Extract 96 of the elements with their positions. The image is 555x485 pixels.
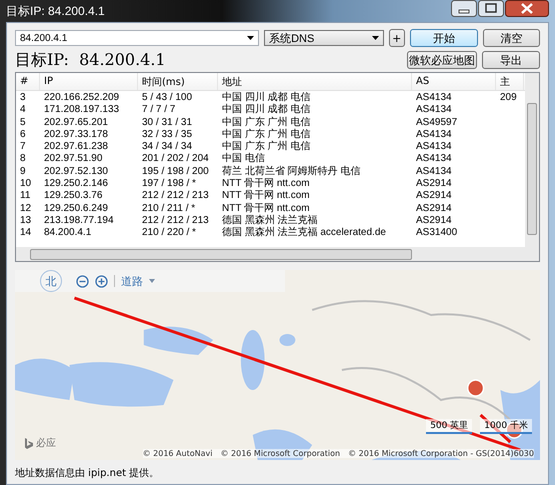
table-cell: 30 / 31 / 31 <box>142 116 192 128</box>
minimize-icon[interactable] <box>451 0 477 17</box>
maximize-icon[interactable] <box>478 0 504 17</box>
table-cell: 德国 黑森州 法兰克福 <box>222 214 318 226</box>
table-cell: 4 <box>20 104 26 116</box>
table-cell: AS31400 <box>416 227 458 238</box>
table-cell: 129.250.2.146 <box>44 178 108 190</box>
table-cell: 210 / 220 / * <box>142 227 196 238</box>
table-cell: 201 / 202 / 204 <box>142 153 209 164</box>
table-cell: 202.97.33.178 <box>44 128 108 140</box>
table-cell: 9 <box>20 166 26 177</box>
table-cell: 中国 四川 成都 电信 <box>222 104 310 116</box>
table-cell: 202.97.65.201 <box>44 116 108 128</box>
table-cell: AS4134 <box>416 166 452 177</box>
column-header[interactable]: 时间(ms) <box>138 73 218 90</box>
table-cell: 11 <box>20 190 30 202</box>
vertical-scrollbar[interactable] <box>525 73 539 261</box>
column-header[interactable]: # <box>16 73 40 90</box>
copyright-text: © 2016 AutoNavi <box>142 449 212 458</box>
table-cell: 212 / 212 / 213 <box>142 214 209 226</box>
column-header[interactable]: 主 <box>496 73 524 90</box>
toolbar-button[interactable]: 微软必应地图 <box>407 51 477 69</box>
column-header[interactable]: AS <box>412 73 496 90</box>
table-cell: 中国 广东 广州 电信 <box>222 128 310 140</box>
target-label: 目标IP: 84.200.4.1 <box>15 50 166 70</box>
table-cell: AS2914 <box>416 214 452 226</box>
table-cell: 14 <box>20 227 32 238</box>
table-cell: 84.200.4.1 <box>44 227 92 238</box>
add-button[interactable]: + <box>388 29 405 47</box>
table-cell: AS4134 <box>416 153 452 164</box>
table-cell: AS4134 <box>416 92 452 103</box>
footer-text: 地址数据信息由 ipip.net 提供。 <box>15 466 160 480</box>
table-cell: AS2914 <box>416 190 452 202</box>
table-cell: NTT 骨干网 ntt.com <box>222 178 310 190</box>
table-cell: 202.97.52.130 <box>44 166 108 177</box>
table-cell: 220.166.252.209 <box>44 92 120 103</box>
table-cell: 10 <box>20 178 32 190</box>
zoom-in-icon[interactable] <box>95 274 108 288</box>
table-cell: AS2914 <box>416 178 452 190</box>
map-style-dropdown[interactable]: 道路 <box>121 274 143 288</box>
toolbar-button[interactable]: 清空 <box>483 29 540 47</box>
table-cell: 209 <box>500 92 517 103</box>
table-cell: 12 <box>20 202 32 214</box>
table-cell: AS4134 <box>416 141 452 152</box>
toolbar-button[interactable]: 开始 <box>410 29 478 47</box>
table-cell: 195 / 198 / 200 <box>142 166 209 177</box>
copyright-text: © 2016 Microsoft Corporation <box>220 449 340 458</box>
table-cell: AS49597 <box>416 116 458 128</box>
table-cell: NTT 骨干网 ntt.com <box>222 190 310 202</box>
column-header[interactable]: IP <box>40 73 138 90</box>
table-cell: 129.250.6.249 <box>44 202 108 214</box>
table-cell: AS4134 <box>416 128 452 140</box>
table-cell: 中国 广东 广州 电信 <box>222 116 310 128</box>
table-cell: 7 / 7 / 7 <box>142 104 176 116</box>
table-cell: 202.97.61.238 <box>44 141 108 152</box>
caret-icon <box>372 36 379 40</box>
table-cell: 13 <box>20 214 32 226</box>
copyright-text: © 2016 Microsoft Corporation - GS(2014)6030 <box>348 449 534 458</box>
table-cell: 5 / 43 / 100 <box>142 92 192 103</box>
toolbar-button[interactable]: 导出 <box>482 51 540 69</box>
table-cell: 34 / 34 / 34 <box>142 141 192 152</box>
table-cell: 中国 电信 <box>222 153 265 164</box>
table-cell: AS2914 <box>416 202 452 214</box>
table-cell: 197 / 198 / * <box>142 178 196 190</box>
table-cell: 中国 广东 广州 电信 <box>222 141 310 152</box>
brand-label: 必应 <box>36 436 56 450</box>
table-cell: AS4134 <box>416 104 452 116</box>
zoom-out-icon[interactable] <box>76 274 89 288</box>
column-header[interactable]: 地址 <box>218 73 412 90</box>
table-cell: 荷兰 北荷兰省 阿姆斯特丹 电信 <box>222 166 360 177</box>
table-cell: 212 / 212 / 213 <box>142 190 209 202</box>
table-cell: 129.250.3.76 <box>44 190 102 202</box>
caret-icon <box>247 36 254 40</box>
scale-bar: 1000 千米 <box>480 419 532 434</box>
close-icon[interactable] <box>505 0 549 17</box>
table-cell: 3 <box>20 92 26 103</box>
compass-control[interactable]: 北 <box>40 270 62 292</box>
caret-icon <box>149 279 155 283</box>
horizontal-scrollbar[interactable] <box>16 247 525 261</box>
table-cell: 7 <box>20 141 26 152</box>
table-cell: 5 <box>20 116 26 128</box>
bing-logo-icon <box>25 438 33 448</box>
table-cell: 德国 黑森州 法兰克福 accelerated.de <box>222 227 386 238</box>
table-cell: 32 / 33 / 35 <box>142 128 192 140</box>
table-cell: 202.97.51.90 <box>44 153 102 164</box>
table-cell: 8 <box>20 153 26 164</box>
scale-bar: 500 英里 <box>426 419 472 434</box>
dns-select[interactable]: 系统DNS <box>264 30 384 46</box>
table-cell: 6 <box>20 128 26 140</box>
window-title: 目标IP: 84.200.4.1 <box>6 2 105 20</box>
table-cell: NTT 骨干网 ntt.com <box>222 202 310 214</box>
table-cell: 171.208.197.133 <box>44 104 120 116</box>
table-cell: 210 / 211 / * <box>142 202 196 214</box>
target-combobox[interactable]: 84.200.4.1 <box>15 30 260 46</box>
table-cell: 中国 四川 成都 电信 <box>222 92 310 103</box>
table-cell: 213.198.77.194 <box>44 214 114 226</box>
